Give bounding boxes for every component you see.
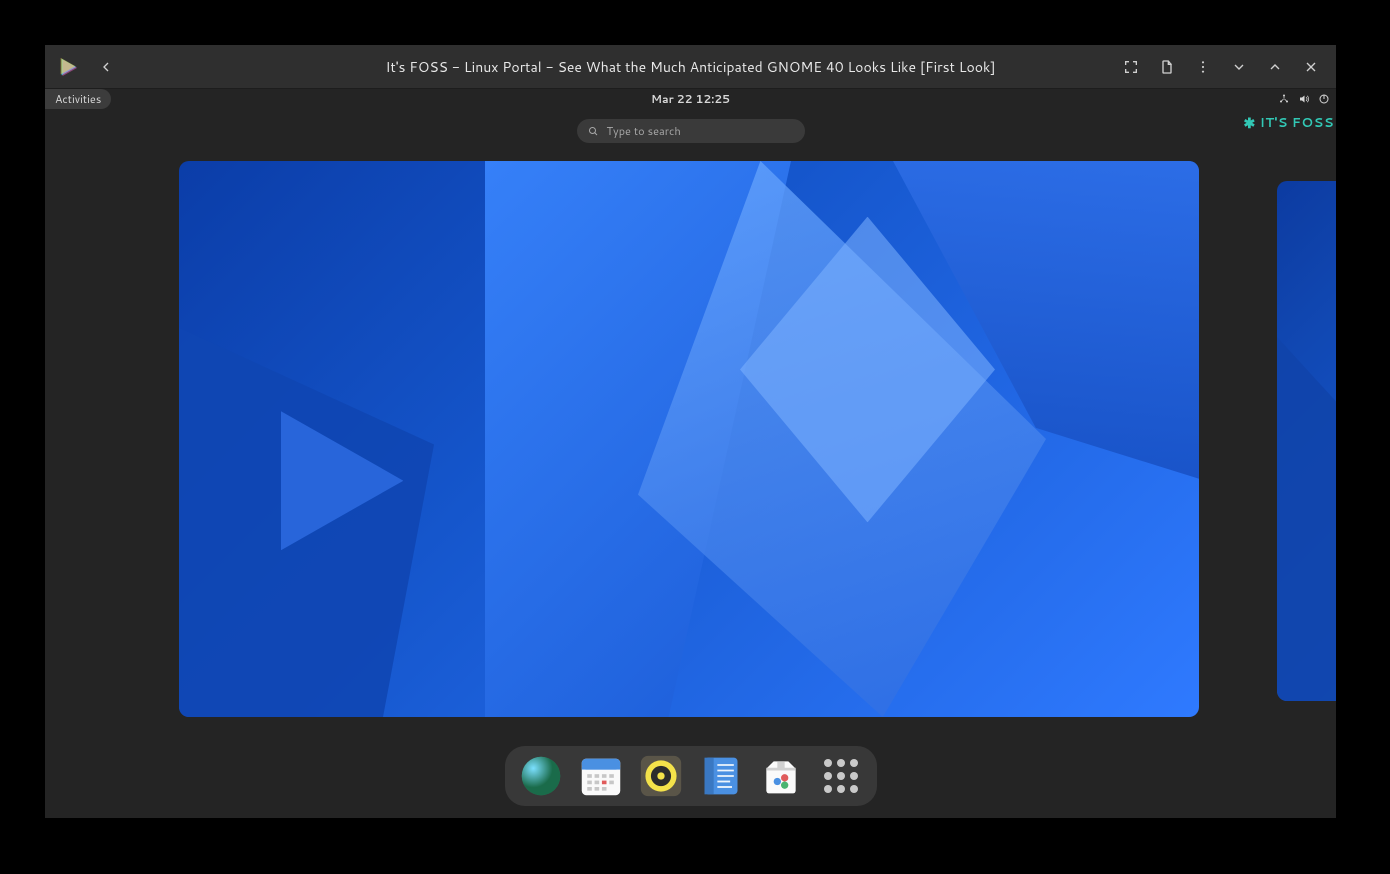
frame-corners-button[interactable] xyxy=(1116,52,1146,82)
text-editor-icon[interactable] xyxy=(699,754,743,798)
close-button[interactable] xyxy=(1296,52,1326,82)
panel-clock[interactable]: Mar 22 12:25 xyxy=(651,91,730,107)
calendar-icon[interactable] xyxy=(579,754,623,798)
workspace-1[interactable] xyxy=(179,161,1199,717)
overview-search[interactable]: Type to search xyxy=(577,119,805,143)
dash xyxy=(505,746,877,806)
wallpaper xyxy=(179,161,1199,717)
search-icon xyxy=(587,125,599,137)
power-icon xyxy=(1318,93,1330,105)
rhythmbox-icon[interactable] xyxy=(639,754,683,798)
player-window: It's FOSS - Linux Portal - See What the … xyxy=(45,45,1336,818)
itsfoss-text: IT'S FOSS xyxy=(1260,114,1334,132)
back-button[interactable] xyxy=(91,52,121,82)
kebab-menu-button[interactable] xyxy=(1188,52,1218,82)
minimize-button[interactable] xyxy=(1224,52,1254,82)
player-header-bar: It's FOSS - Linux Portal - See What the … xyxy=(45,45,1336,89)
web-browser-icon[interactable] xyxy=(519,754,563,798)
software-center-icon[interactable] xyxy=(759,754,803,798)
network-icon xyxy=(1278,93,1290,105)
workspace-2[interactable] xyxy=(1277,181,1336,701)
workspaces-row xyxy=(45,161,1336,719)
page-button[interactable] xyxy=(1152,52,1182,82)
panel-status-area[interactable] xyxy=(1278,89,1330,109)
app-grid-icon[interactable] xyxy=(819,754,863,798)
gnome-desktop-area: Activities Mar 22 12:25 ✱ IT'S FOSS Type… xyxy=(45,89,1336,818)
activities-button[interactable]: Activities xyxy=(45,89,111,109)
volume-icon xyxy=(1298,93,1310,105)
app-logo-icon xyxy=(57,56,79,78)
wallpaper xyxy=(1277,181,1336,701)
search-placeholder: Type to search xyxy=(607,123,681,139)
activities-label: Activities xyxy=(55,91,101,107)
gnome-top-panel: Activities Mar 22 12:25 xyxy=(45,89,1336,109)
player-title: It's FOSS - Linux Portal - See What the … xyxy=(385,57,995,77)
maximize-button[interactable] xyxy=(1260,52,1290,82)
itsfoss-watermark: ✱ IT'S FOSS xyxy=(1244,113,1334,133)
